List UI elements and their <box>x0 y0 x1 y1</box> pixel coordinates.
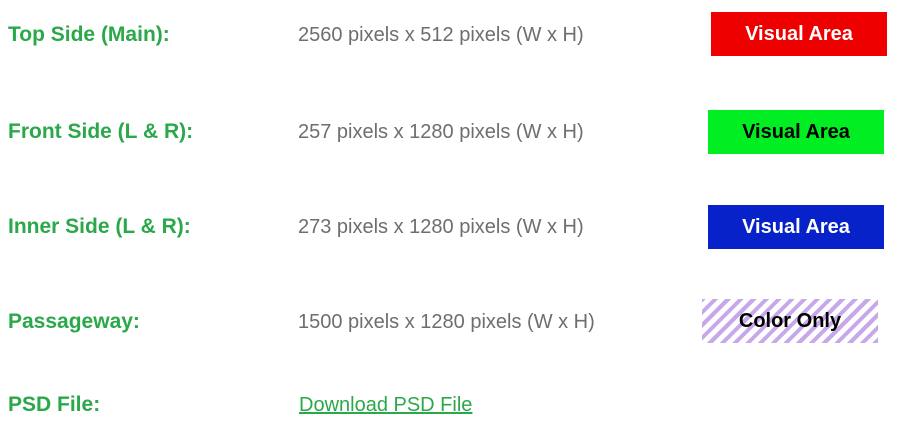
row-label-top-side: Top Side (Main): <box>8 23 170 46</box>
row-dims-top-side: 2560 pixels x 512 pixels (W x H) <box>298 24 584 46</box>
badge-inner-side-visual-area: Visual Area <box>708 205 884 249</box>
badge-top-side-visual-area: Visual Area <box>711 12 887 56</box>
row-dims-inner-side: 273 pixels x 1280 pixels (W x H) <box>298 216 584 238</box>
badge-front-side-visual-area: Visual Area <box>708 110 884 154</box>
row-label-inner-side: Inner Side (L & R): <box>8 215 191 238</box>
badge-passageway-color-only: Color Only <box>702 299 878 343</box>
row-label-front-side: Front Side (L & R): <box>8 120 194 143</box>
row-label-passageway: Passageway: <box>8 310 140 333</box>
psd-file-label: PSD File: <box>8 393 101 416</box>
row-dims-front-side: 257 pixels x 1280 pixels (W x H) <box>298 121 584 143</box>
download-psd-link[interactable]: Download PSD File <box>299 392 472 418</box>
row-dims-passageway: 1500 pixels x 1280 pixels (W x H) <box>298 311 595 333</box>
